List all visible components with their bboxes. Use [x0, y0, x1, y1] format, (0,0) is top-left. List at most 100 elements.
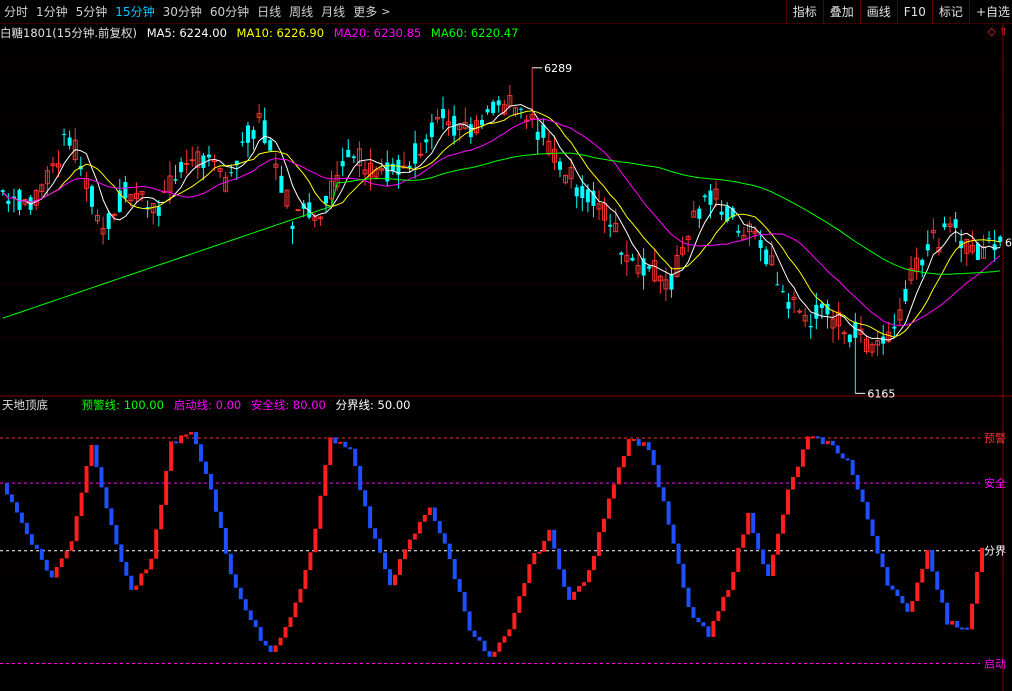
- osc-bar: [681, 563, 686, 588]
- osc-bar: [94, 444, 99, 468]
- chart-canvas[interactable]: 6289 6165 6 预警安全分界启动: [0, 24, 1012, 691]
- osc-level-tag-2: 分界: [984, 545, 1006, 558]
- more-periods-button[interactable]: 更多 >: [349, 0, 394, 24]
- tool-button-3[interactable]: F10: [896, 0, 932, 24]
- osc-bar: [646, 442, 651, 451]
- tool-button-0[interactable]: 指标: [785, 0, 823, 24]
- osc-bar: [562, 569, 567, 587]
- osc-bar: [124, 561, 129, 576]
- candle-body-down: [736, 230, 741, 233]
- osc-bar: [263, 640, 268, 646]
- osc-bar: [238, 587, 243, 600]
- candle-body-down: [440, 108, 445, 119]
- candle-body-down: [925, 244, 930, 251]
- osc-bar: [417, 521, 422, 534]
- candle-body-down: [346, 149, 351, 158]
- osc-bar: [378, 538, 383, 553]
- osc-bar: [303, 570, 308, 589]
- osc-bar: [213, 489, 218, 512]
- osc-bar: [611, 484, 616, 499]
- candle-body-down: [775, 284, 780, 286]
- candle-body-down: [808, 325, 813, 328]
- candle-body-down: [814, 304, 819, 319]
- tab-period-4[interactable]: 30分钟: [159, 0, 206, 24]
- osc-bar: [790, 476, 795, 490]
- osc-bar: [940, 589, 945, 603]
- tab-period-6[interactable]: 日线: [253, 0, 285, 24]
- candle-body-down: [786, 301, 791, 309]
- candle-body-down: [669, 274, 674, 290]
- tab-period-1[interactable]: 1分钟: [32, 0, 72, 24]
- osc-bar: [572, 591, 577, 600]
- osc-bar: [283, 626, 288, 638]
- candle-body-down: [279, 175, 284, 193]
- osc-bar: [616, 467, 621, 485]
- tool-button-1[interactable]: 叠加: [822, 0, 860, 24]
- osc-bar: [596, 532, 601, 556]
- candle-body-down: [340, 161, 345, 167]
- osc-bar: [19, 512, 24, 523]
- osc-bar: [298, 588, 303, 603]
- osc-bar: [129, 575, 134, 590]
- osc-bar: [208, 473, 213, 490]
- osc-bar: [427, 507, 432, 515]
- osc-bar: [452, 559, 457, 580]
- osc-level-tag-0: 预警: [984, 431, 1006, 445]
- tab-period-0[interactable]: 分时: [0, 0, 32, 24]
- osc-bar: [781, 514, 786, 534]
- osc-bar: [920, 568, 925, 583]
- osc-bar: [810, 436, 815, 439]
- osc-bar: [477, 636, 482, 641]
- tool-button-2[interactable]: 画线: [859, 0, 897, 24]
- osc-bar: [432, 507, 437, 522]
- osc-bar: [59, 558, 64, 568]
- osc-bar: [661, 487, 666, 502]
- osc-bar: [736, 547, 741, 572]
- osc-bar: [840, 453, 845, 459]
- candle-body-down: [608, 224, 613, 227]
- candle-body-down: [156, 206, 161, 216]
- osc-bar: [795, 466, 800, 477]
- tab-period-3[interactable]: 15分钟: [111, 0, 158, 24]
- osc-bar: [835, 445, 840, 454]
- osc-bar: [318, 495, 323, 529]
- osc-bar: [820, 437, 825, 445]
- candle-body-down: [6, 200, 11, 204]
- candle-body-down: [780, 291, 785, 293]
- candle-body-down: [574, 187, 579, 197]
- candle-body-down: [535, 131, 540, 140]
- chevron-right-icon: >: [381, 5, 391, 18]
- osc-bar: [412, 533, 417, 540]
- chart-toolbar: 分时 1分钟 5分钟 15分钟 30分钟 60分钟 日线 周线 月线 更多 > 指标 叠加 画线 F10 标…: [0, 0, 1012, 24]
- osc-bar: [203, 461, 208, 474]
- osc-bar: [74, 516, 79, 542]
- tab-period-8[interactable]: 月线: [317, 0, 349, 24]
- osc-bar: [243, 599, 248, 611]
- osc-bar: [228, 553, 233, 575]
- candle-body-down: [245, 125, 250, 143]
- tool-button-5[interactable]: +自选: [968, 0, 1012, 24]
- tab-period-2[interactable]: 5分钟: [72, 0, 112, 24]
- osc-bar: [731, 571, 736, 590]
- osc-bar: [945, 602, 950, 625]
- osc-bar: [676, 543, 681, 564]
- candle-body-down: [647, 266, 652, 269]
- osc-bar: [99, 467, 104, 488]
- osc-bar: [925, 550, 930, 569]
- osc-bar: [348, 447, 353, 450]
- osc-bar: [621, 455, 626, 468]
- osc-bar: [487, 651, 492, 657]
- candle-body-down: [206, 154, 211, 158]
- osc-bar: [44, 559, 49, 571]
- osc-bar: [363, 490, 368, 507]
- osc-bar: [666, 501, 671, 525]
- tool-button-4[interactable]: 标记: [931, 0, 969, 24]
- tab-period-5[interactable]: 60分钟: [206, 0, 253, 24]
- candle-body-down: [942, 223, 947, 228]
- candle-body-up: [189, 159, 195, 162]
- tab-period-7[interactable]: 周线: [285, 0, 317, 24]
- osc-bar: [49, 570, 54, 578]
- osc-bar: [601, 518, 606, 533]
- candle-body-up: [111, 213, 117, 216]
- osc-bar: [591, 555, 596, 571]
